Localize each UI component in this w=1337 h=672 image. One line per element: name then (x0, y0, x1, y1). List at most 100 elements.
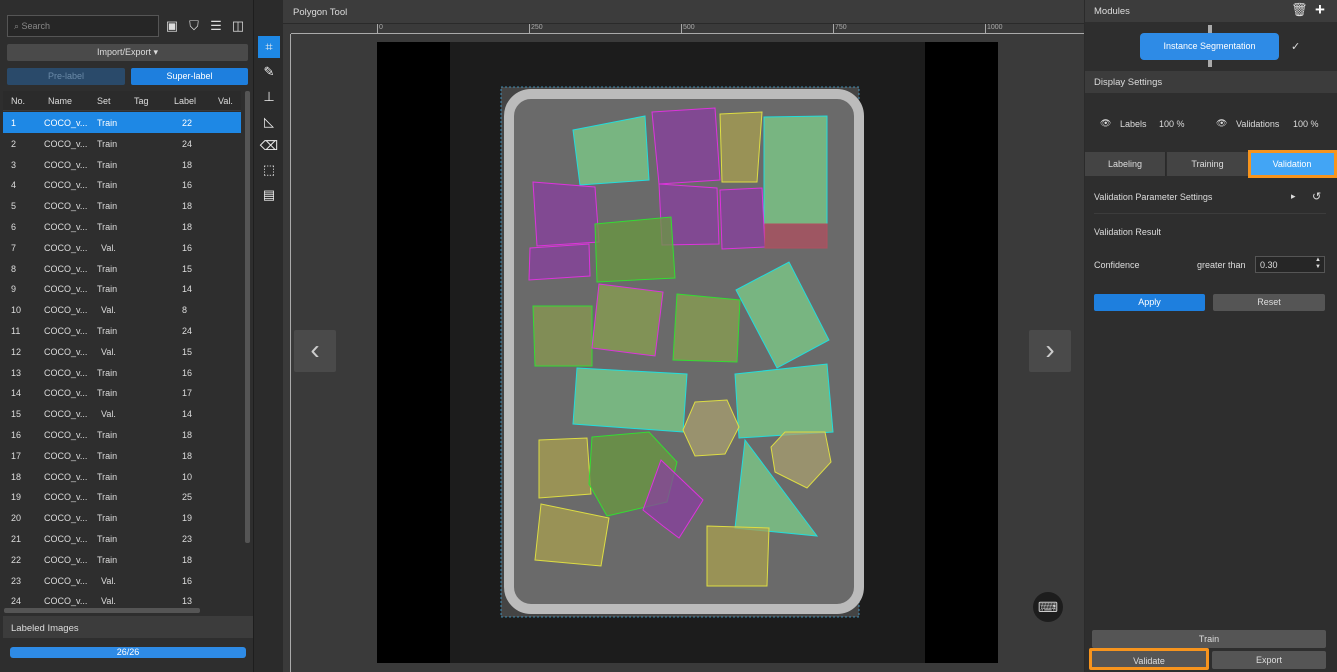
table-row[interactable]: 4 COCO_v... Train 16 (3, 174, 241, 195)
row-set: Train (97, 284, 118, 295)
row-name: COCO_v... (44, 326, 88, 336)
table-row[interactable]: 2 COCO_v... Train 24 (3, 133, 241, 154)
row-set: Train (97, 388, 118, 399)
table-row[interactable]: 10 COCO_v... Val. 8 (3, 299, 241, 320)
export-button[interactable]: Export (1212, 651, 1326, 669)
table-row[interactable]: 14 COCO_v... Train 17 (3, 382, 241, 403)
row-set: Train (97, 180, 118, 191)
table-row[interactable]: 1 COCO_v... Train 22 (3, 112, 241, 133)
col-val[interactable]: Val. (218, 96, 233, 106)
col-label[interactable]: Label (174, 96, 196, 106)
confidence-label: Confidence (1094, 260, 1140, 270)
smart-polygon-icon[interactable]: ◺ (258, 111, 280, 133)
vertical-scrollbar[interactable] (245, 91, 250, 543)
instance-segmentation-module[interactable]: Instance Segmentation (1140, 33, 1279, 60)
table-row[interactable]: 19 COCO_v... Train 25 (3, 486, 241, 507)
list-icon[interactable]: ☰ (207, 17, 225, 35)
table-row[interactable]: 6 COCO_v... Train 18 (3, 216, 241, 237)
expand-arrow-icon[interactable]: ▸ (1291, 191, 1296, 202)
train-button[interactable]: Train (1092, 630, 1326, 648)
row-number: 4 (11, 180, 17, 191)
table-row[interactable]: 22 COCO_v... Train 18 (3, 549, 241, 570)
row-name: COCO_v... (44, 492, 88, 503)
col-set[interactable]: Set (97, 96, 111, 106)
next-image-button[interactable]: › (1029, 330, 1071, 372)
tab-labeling[interactable]: Labeling (1085, 152, 1166, 176)
table-row[interactable]: 20 COCO_v... Train 19 (3, 507, 241, 528)
validations-label: Validations (1236, 119, 1280, 129)
table-row[interactable]: 18 COCO_v... Train 10 (3, 466, 241, 487)
annotated-image (450, 42, 925, 663)
search-input[interactable]: ⌕ Search (7, 15, 159, 37)
row-number: 23 (11, 575, 22, 586)
col-tag[interactable]: Tag (134, 96, 149, 106)
polygon-tool-icon[interactable]: ⌗ (258, 36, 280, 58)
table-row[interactable]: 3 COCO_v... Train 18 (3, 154, 241, 175)
table-row[interactable]: 13 COCO_v... Train 16 (3, 362, 241, 383)
eraser-icon[interactable]: ⌫ (258, 135, 280, 157)
row-name: COCO_v... (44, 388, 88, 399)
filter-icon[interactable]: ⛉ (185, 17, 203, 35)
previous-image-button[interactable]: ‹ (294, 330, 336, 372)
table-row[interactable]: 7 COCO_v... Val. 16 (3, 237, 241, 258)
row-name: COCO_v... (44, 118, 88, 128)
col-no[interactable]: No. (11, 96, 25, 106)
check-icon: ✓ (1291, 41, 1301, 53)
horizontal-scrollbar[interactable] (4, 608, 200, 613)
super-label-button[interactable]: Super-label (131, 68, 248, 85)
image-canvas[interactable] (377, 42, 998, 663)
image-settings-icon[interactable]: ▣ (163, 17, 181, 35)
row-number: 3 (11, 159, 17, 170)
import-export-button[interactable]: Import/Export ▾ (7, 44, 248, 61)
display-settings-header: Display Settings (1085, 71, 1337, 93)
table-row[interactable]: 21 COCO_v... Train 23 (3, 528, 241, 549)
row-label: 14 (182, 284, 193, 295)
col-name[interactable]: Name (48, 96, 72, 106)
tab-validation[interactable]: Validation (1248, 150, 1337, 178)
tool-title: Polygon Tool (283, 0, 1084, 24)
table-row[interactable]: 17 COCO_v... Train 18 (3, 445, 241, 466)
confidence-input[interactable]: 0.30 ▲ ▼ (1255, 256, 1325, 273)
row-label: 18 (182, 450, 193, 461)
row-name: COCO_v... (44, 222, 88, 232)
labels-opacity[interactable]: 100 % (1159, 119, 1185, 129)
labeled-progress-bar: 26/26 (10, 647, 246, 658)
eye-icon[interactable]: 👁 (1216, 118, 1227, 129)
eye-icon[interactable]: 👁 (1100, 118, 1111, 129)
validate-button[interactable]: Validate (1089, 648, 1209, 670)
reset-button[interactable]: Reset (1213, 294, 1325, 311)
row-set: Train (97, 138, 118, 149)
table-row[interactable]: 15 COCO_v... Val. 14 (3, 403, 241, 424)
validation-result-label: Validation Result (1094, 227, 1161, 237)
keyboard-icon[interactable]: ⌨ (1033, 592, 1063, 622)
spinner-icon[interactable]: ▲ ▼ (1315, 257, 1321, 271)
validations-opacity[interactable]: 100 % (1293, 119, 1319, 129)
table-row[interactable]: 5 COCO_v... Train 18 (3, 195, 241, 216)
row-name: COCO_v... (44, 450, 88, 461)
stamp-icon[interactable]: ⊥ (258, 86, 280, 108)
trash-icon[interactable]: 🗑 (1291, 2, 1308, 18)
table-row[interactable]: 23 COCO_v... Val. 16 (3, 570, 241, 591)
table-row[interactable]: 8 COCO_v... Train 15 (3, 258, 241, 279)
validation-parameter-settings[interactable]: Validation Parameter Settings (1094, 192, 1212, 202)
magic-wand-icon[interactable]: ✎ (258, 61, 280, 83)
layout-icon[interactable]: ◫ (229, 17, 247, 35)
row-label: 13 (182, 596, 193, 607)
row-name: COCO_v... (44, 305, 88, 316)
row-label: 18 (182, 554, 193, 565)
row-label: 24 (182, 326, 193, 336)
tab-training[interactable]: Training (1167, 152, 1249, 176)
row-set: Train (97, 430, 118, 440)
history-icon[interactable]: ↺ (1312, 190, 1321, 203)
rect-select-icon[interactable]: ⬚ (258, 159, 280, 181)
table-row[interactable]: 12 COCO_v... Val. 15 (3, 341, 241, 362)
row-number: 20 (11, 513, 22, 524)
pre-label-button[interactable]: Pre-label (7, 68, 125, 85)
table-row[interactable]: 16 COCO_v... Train 18 (3, 424, 241, 445)
apply-button[interactable]: Apply (1094, 294, 1205, 311)
select-play-icon[interactable]: ▤ (258, 184, 280, 206)
table-row[interactable]: 11 COCO_v... Train 24 (3, 320, 241, 341)
add-icon[interactable]: + (1315, 0, 1325, 20)
row-label: 18 (182, 430, 193, 440)
table-row[interactable]: 9 COCO_v... Train 14 (3, 278, 241, 299)
